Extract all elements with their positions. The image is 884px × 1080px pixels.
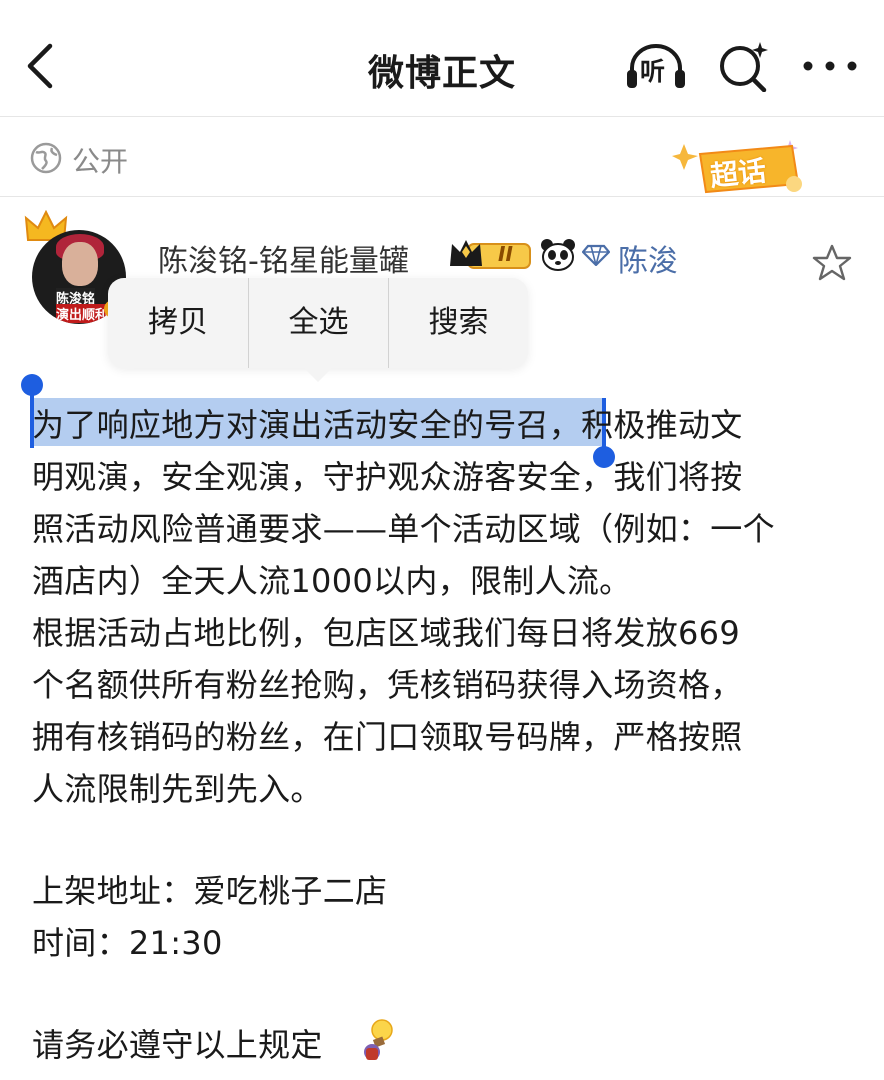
- post-text-line[interactable]: 个名额供所有粉丝抢购，凭核销码获得入场资格，: [32, 660, 743, 706]
- lightbulb-icon: [364, 1019, 393, 1060]
- avatar-text: 演出顺利: [56, 304, 109, 323]
- post-text-line[interactable]: 人流限制先到先入。: [32, 764, 323, 810]
- post-text-line[interactable]: 时间：21:30: [32, 918, 223, 964]
- level-badge-label: II: [498, 242, 513, 266]
- fan-group-label[interactable]: 陈浚: [618, 236, 678, 280]
- section-divider: [0, 196, 884, 197]
- post-text-line[interactable]: 上架地址：爱吃桃子二店: [32, 866, 387, 912]
- menu-pointer: [302, 366, 334, 382]
- post-text-line[interactable]: 照活动风险普通要求——单个活动区域（例如：一个: [32, 504, 775, 550]
- level-badge-icon: [450, 240, 531, 269]
- visibility-label: 公开: [72, 145, 129, 178]
- post-text-line[interactable]: 拥有核销码的粉丝，在门口领取号码牌，严格按照: [32, 712, 743, 758]
- select-all-button[interactable]: 全选: [249, 278, 388, 368]
- panda-icon: [541, 239, 575, 271]
- listen-label: 听: [640, 57, 666, 86]
- post-text-line[interactable]: 请务必遵守以上规定: [32, 1020, 323, 1066]
- more-icon[interactable]: [800, 56, 860, 76]
- nav-bar: 微博正文 听: [0, 0, 884, 116]
- copy-button[interactable]: 拷贝: [108, 278, 248, 368]
- post-text-line[interactable]: 酒店内）全天人流1000以内，限制人流。: [32, 556, 631, 602]
- post-text-line[interactable]: 明观演，安全观演，守护观众游客安全，我们将按: [32, 452, 743, 498]
- post-text-line[interactable]: 为了响应地方对演出活动安全的号召，积极推动文: [32, 400, 743, 446]
- author-name[interactable]: 陈浚铭-铭星能量罐: [158, 236, 409, 280]
- diamond-icon: [582, 244, 610, 266]
- text-selection-menu: 拷贝 全选 搜索: [108, 278, 528, 368]
- post-text-line[interactable]: 根据活动占地比例，包店区域我们每日将发放669: [32, 608, 740, 654]
- globe-icon: [30, 142, 62, 174]
- favorite-star-icon[interactable]: [812, 244, 852, 282]
- search-icon[interactable]: [716, 40, 772, 92]
- nav-divider: [0, 116, 884, 117]
- search-button[interactable]: 搜索: [389, 278, 528, 368]
- supertopic-label[interactable]: 超话: [708, 149, 768, 195]
